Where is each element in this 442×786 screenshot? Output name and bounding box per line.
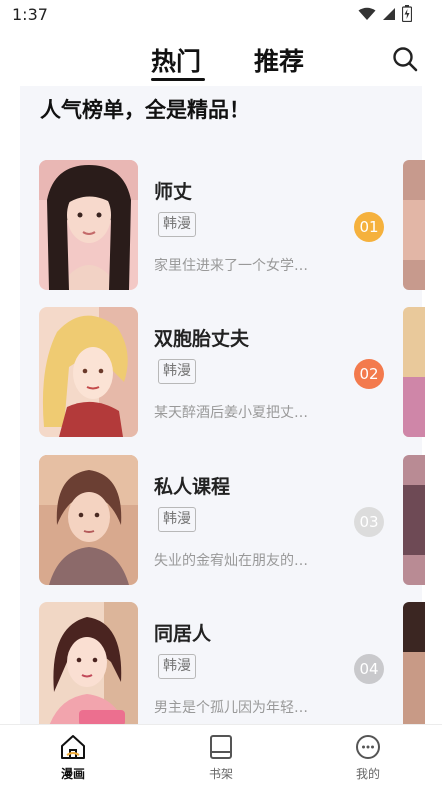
rank-badge: 01	[354, 212, 384, 242]
item-title: 师丈	[154, 181, 193, 203]
rank-badge: 03	[354, 507, 384, 537]
item-description: 某天醉酒后姜小夏把丈…	[154, 405, 308, 421]
item-title: 双胞胎丈夫	[154, 328, 250, 350]
item-description: 家里住进来了一个女学…	[154, 258, 308, 274]
item-title: 私人课程	[154, 476, 231, 498]
nav-label: 我的	[355, 767, 380, 781]
peek-cover[interactable]	[403, 602, 425, 724]
genre-tag: 韩漫	[158, 359, 196, 384]
section-title: 人气榜单，全是精品！	[40, 98, 250, 122]
tab-recommend[interactable]: 推荐	[254, 42, 304, 78]
list-item[interactable]: 私人课程 韩漫 失业的金宥灿在朋友的… 03	[20, 455, 425, 585]
home-icon	[61, 735, 85, 759]
profile-icon	[356, 735, 380, 759]
bookshelf-icon	[210, 735, 232, 759]
active-tab-indicator	[151, 78, 205, 81]
cover-image[interactable]	[39, 160, 138, 290]
status-bar: 1:37	[0, 0, 442, 30]
list-item[interactable]: 同居人 韩漫 男主是个孤儿因为年轻… 04	[20, 602, 425, 724]
item-title: 同居人	[154, 623, 212, 645]
peek-cover[interactable]	[403, 307, 425, 437]
content-area[interactable]: 人气榜单，全是精品！ 师丈 韩漫 家里住进来了一个女学… 01 双胞胎丈夫 韩漫…	[0, 86, 442, 724]
cover-image[interactable]	[39, 602, 138, 724]
rank-badge: 04	[354, 654, 384, 684]
peek-cover[interactable]	[403, 455, 425, 585]
cover-image[interactable]	[39, 307, 138, 437]
bottom-nav: 漫画 书架 我的	[0, 724, 442, 786]
signal-icon	[383, 7, 395, 20]
status-icons	[358, 5, 412, 22]
nav-label: 书架	[208, 767, 233, 781]
ranking-panel: 人气榜单，全是精品！ 师丈 韩漫 家里住进来了一个女学… 01 双胞胎丈夫 韩漫…	[20, 86, 425, 724]
nav-bookshelf[interactable]: 书架	[191, 733, 251, 782]
peek-cover[interactable]	[403, 160, 425, 290]
wifi-icon	[358, 7, 376, 20]
nav-label: 漫画	[60, 767, 85, 781]
rank-badge: 02	[354, 359, 384, 389]
top-header: 热门 推荐	[0, 30, 442, 86]
nav-profile[interactable]: 我的	[338, 733, 398, 782]
item-description: 失业的金宥灿在朋友的…	[154, 553, 308, 569]
nav-comics[interactable]: 漫画	[43, 733, 103, 782]
search-icon[interactable]	[392, 46, 418, 72]
tab-hot[interactable]: 热门	[151, 42, 201, 78]
genre-tag: 韩漫	[158, 654, 196, 679]
status-time: 1:37	[12, 5, 48, 24]
genre-tag: 韩漫	[158, 212, 196, 237]
genre-tag: 韩漫	[158, 507, 196, 532]
item-description: 男主是个孤儿因为年轻…	[154, 700, 308, 716]
list-item[interactable]: 师丈 韩漫 家里住进来了一个女学… 01	[20, 160, 425, 290]
cover-image[interactable]	[39, 455, 138, 585]
list-item[interactable]: 双胞胎丈夫 韩漫 某天醉酒后姜小夏把丈… 02	[20, 307, 425, 437]
battery-icon	[402, 5, 412, 22]
